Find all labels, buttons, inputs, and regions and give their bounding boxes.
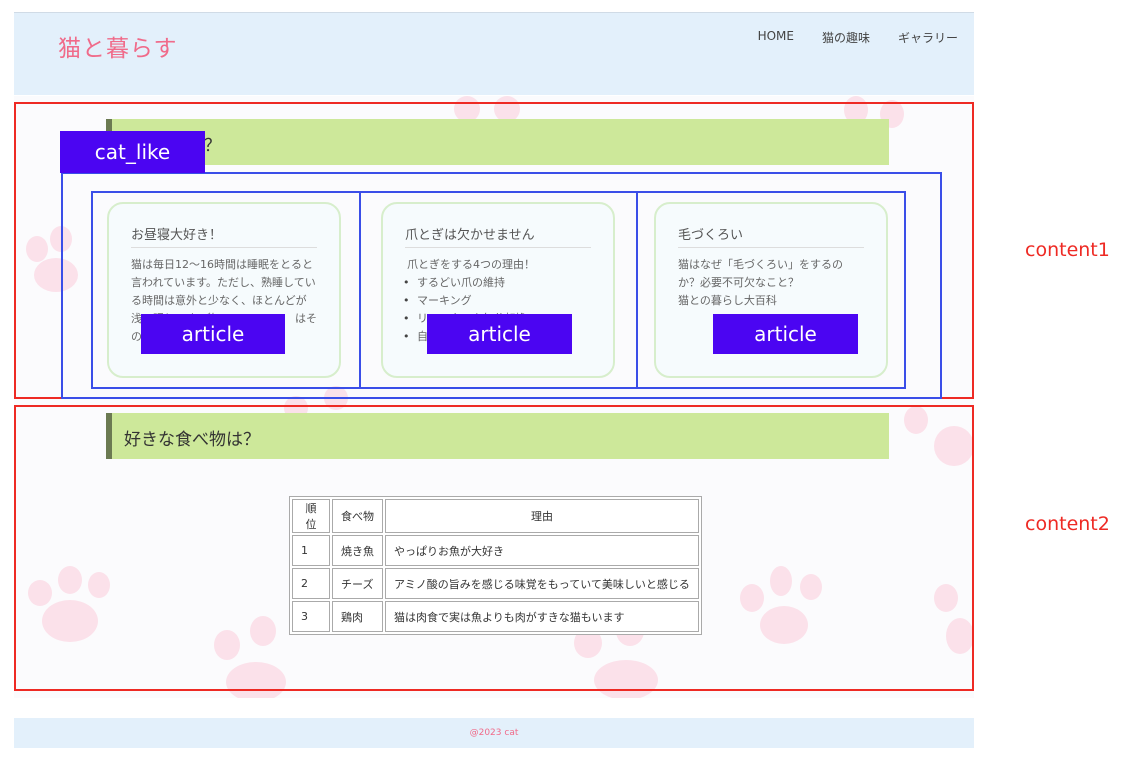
content2-label: content2 [1025, 513, 1110, 535]
cat-like-tag: cat_like [60, 131, 205, 173]
article-tag: article [141, 314, 285, 354]
page: 猫と暮らす HOME 猫の趣味 ギャラリー ？ お昼寝大好き！ 猫は毎日12〜1… [0, 0, 1146, 760]
site-header: 猫と暮らす HOME 猫の趣味 ギャラリー [14, 12, 974, 95]
content2-outline [14, 405, 974, 691]
nav-gallery[interactable]: ギャラリー [898, 29, 958, 46]
article-divider [359, 191, 361, 389]
nav-hobby[interactable]: 猫の趣味 [822, 29, 870, 46]
article-tag: article [713, 314, 858, 354]
nav-home[interactable]: HOME [758, 29, 794, 46]
site-logo[interactable]: 猫と暮らす [58, 29, 178, 63]
articles-outline [91, 191, 906, 389]
article-tag: article [427, 314, 572, 354]
site-footer: @2023 cat [14, 718, 974, 748]
content1-label: content1 [1025, 239, 1110, 261]
copyright: @2023 cat [469, 728, 519, 738]
article-divider [636, 191, 638, 389]
main-nav: HOME 猫の趣味 ギャラリー [758, 29, 958, 46]
